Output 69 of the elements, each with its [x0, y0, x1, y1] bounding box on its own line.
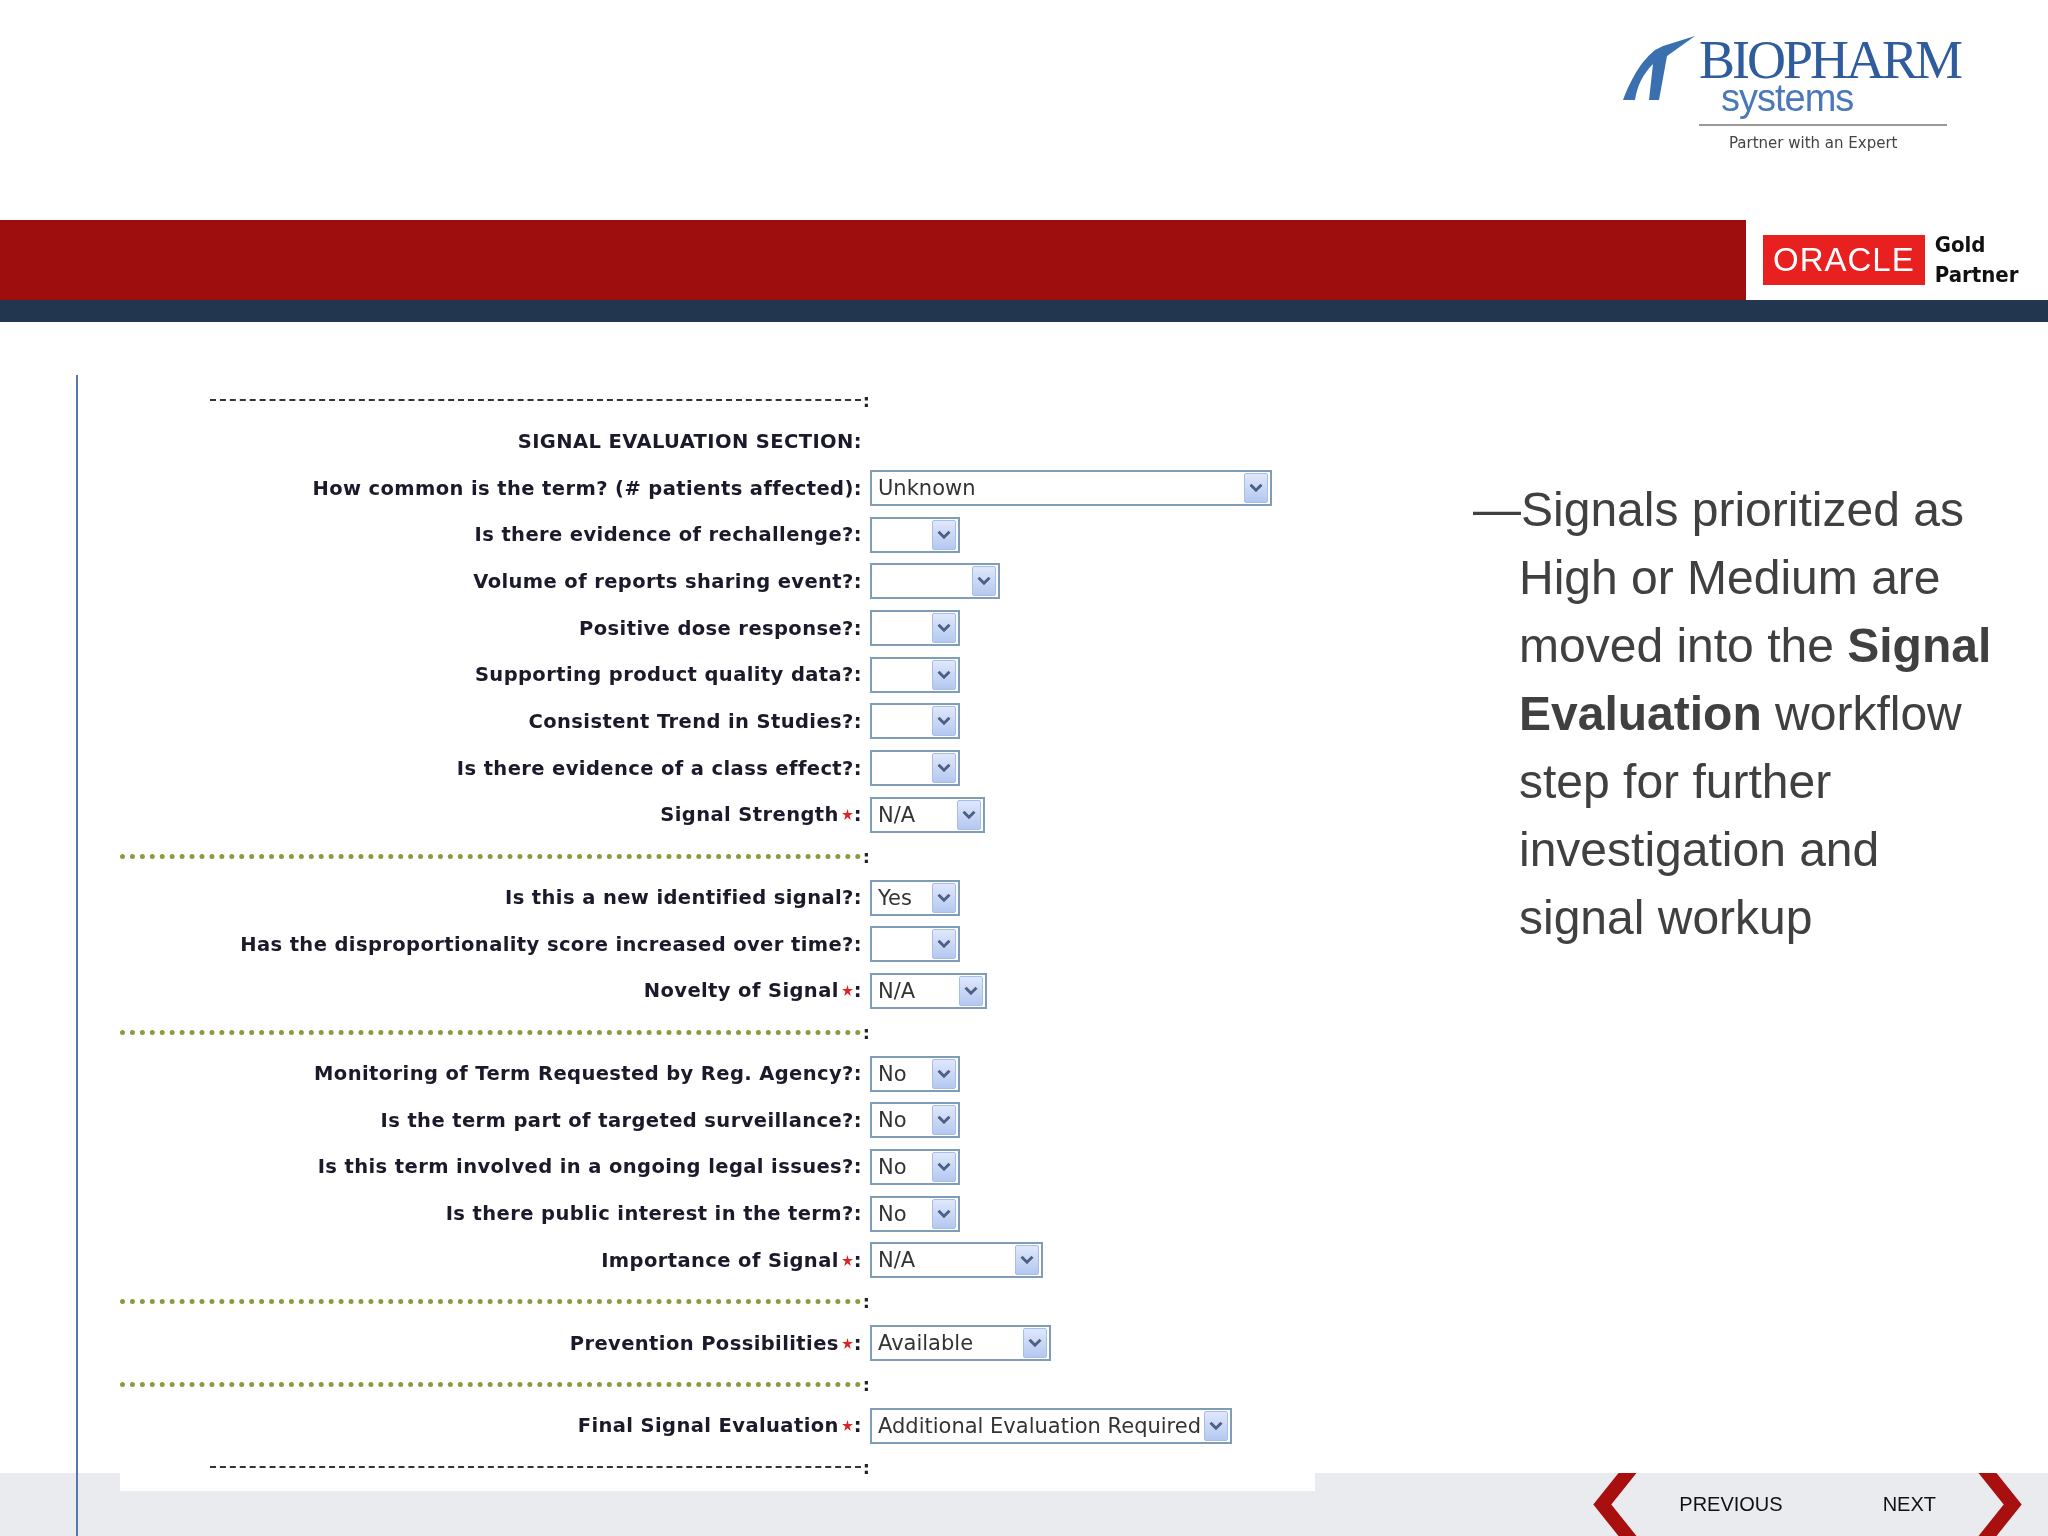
field-label: Supporting product quality data? [474, 663, 854, 687]
label-colon: : [853, 709, 862, 733]
field-label: Volume of reports sharing event? [473, 569, 854, 593]
label-colon: : [853, 1155, 862, 1179]
separator-colon: : [862, 1291, 870, 1313]
dropdown-field[interactable]: No [870, 1195, 960, 1232]
logo-tagline: Partner with an Expert [1698, 124, 1948, 152]
logo-subtitle: systems [1720, 78, 1854, 118]
field-label: Consistent Trend in Studies? [528, 709, 854, 733]
field-label: How common is the term? (# patients affected) [312, 476, 854, 500]
separator-colon: : [862, 1456, 870, 1478]
dropdown-field[interactable] [870, 750, 960, 787]
label-colon: : [853, 979, 862, 1003]
dropdown-field[interactable] [870, 516, 960, 553]
separator-colon: : [862, 1373, 870, 1395]
section-title: SIGNAL EVALUATION SECTION: [517, 429, 862, 453]
dropdown-field[interactable] [870, 703, 960, 740]
separator-colon: : [862, 1021, 870, 1043]
dropdown-field[interactable] [870, 926, 960, 963]
field-label: Importance of Signal [601, 1248, 839, 1272]
dropdown-field[interactable]: No [870, 1055, 960, 1092]
next-button[interactable]: NEXT [1882, 1473, 2026, 1536]
previous-button[interactable]: PREVIOUS [1589, 1473, 1783, 1536]
label-colon: : [853, 523, 862, 547]
dropdown-field[interactable]: Yes [870, 879, 960, 916]
label-colon: : [853, 886, 862, 910]
dropdown-field[interactable]: N/A [870, 1242, 1043, 1279]
label-colon: : [853, 1202, 862, 1226]
dropdown-field[interactable]: N/A [870, 972, 987, 1009]
label-colon: : [853, 1108, 862, 1132]
dropdown-field[interactable]: Additional Evaluation Required [870, 1407, 1232, 1444]
dropdown-field[interactable] [870, 563, 1000, 600]
field-label: Prevention Possibilities [569, 1331, 839, 1355]
label-colon: : [853, 1414, 862, 1438]
dropdown-field[interactable]: Unknown [870, 470, 1272, 507]
label-colon: : [853, 1248, 862, 1272]
field-label: Has the disproportionality score increased over time? [240, 932, 854, 956]
field-label: Is there evidence of rechallenge? [474, 523, 854, 547]
field-label: Monitoring of Term Requested by Reg. Agency? [314, 1062, 854, 1086]
label-colon: : [853, 616, 862, 640]
dropdown-field[interactable]: Available [870, 1325, 1051, 1362]
dropdown-field[interactable] [870, 610, 960, 647]
label-colon: : [853, 569, 862, 593]
dropdown-field[interactable]: No [870, 1148, 960, 1185]
field-label: Positive dose response? [579, 616, 854, 640]
separator-colon: : [862, 845, 870, 867]
field-label: Final Signal Evaluation [577, 1414, 839, 1438]
partner-level: Gold [1934, 231, 1987, 259]
dropdown-field[interactable]: No [870, 1102, 960, 1139]
bullet-text: —Signals prioritized as High or Medium are moved into the Signal Evaluation workflow step for further investigation and signal workup [1473, 482, 1993, 946]
field-label: Is the term part of targeted surveillance? [380, 1108, 854, 1132]
oracle-logo: ORACLE [1763, 235, 1925, 285]
field-label: Is there evidence of a class effect? [456, 756, 854, 780]
field-label: Is this a new identified signal? [505, 886, 854, 910]
field-label: Is this term involved in a ongoing legal issues? [317, 1155, 854, 1179]
label-colon: : [853, 803, 862, 827]
field-label: Novelty of Signal [643, 979, 839, 1003]
field-label: Signal Strength [660, 803, 839, 827]
field-label: Is there public interest in the term? [445, 1202, 854, 1226]
label-colon: : [853, 663, 862, 687]
separator-colon: : [862, 389, 870, 411]
label-colon: : [853, 756, 862, 780]
dropdown-field[interactable]: N/A [870, 796, 985, 833]
partner-label: Partner [1934, 261, 2019, 289]
label-colon: : [853, 476, 862, 500]
label-colon: : [853, 932, 862, 956]
dropdown-field[interactable] [870, 656, 960, 693]
label-colon: : [853, 1062, 862, 1086]
label-colon: : [853, 1331, 862, 1355]
